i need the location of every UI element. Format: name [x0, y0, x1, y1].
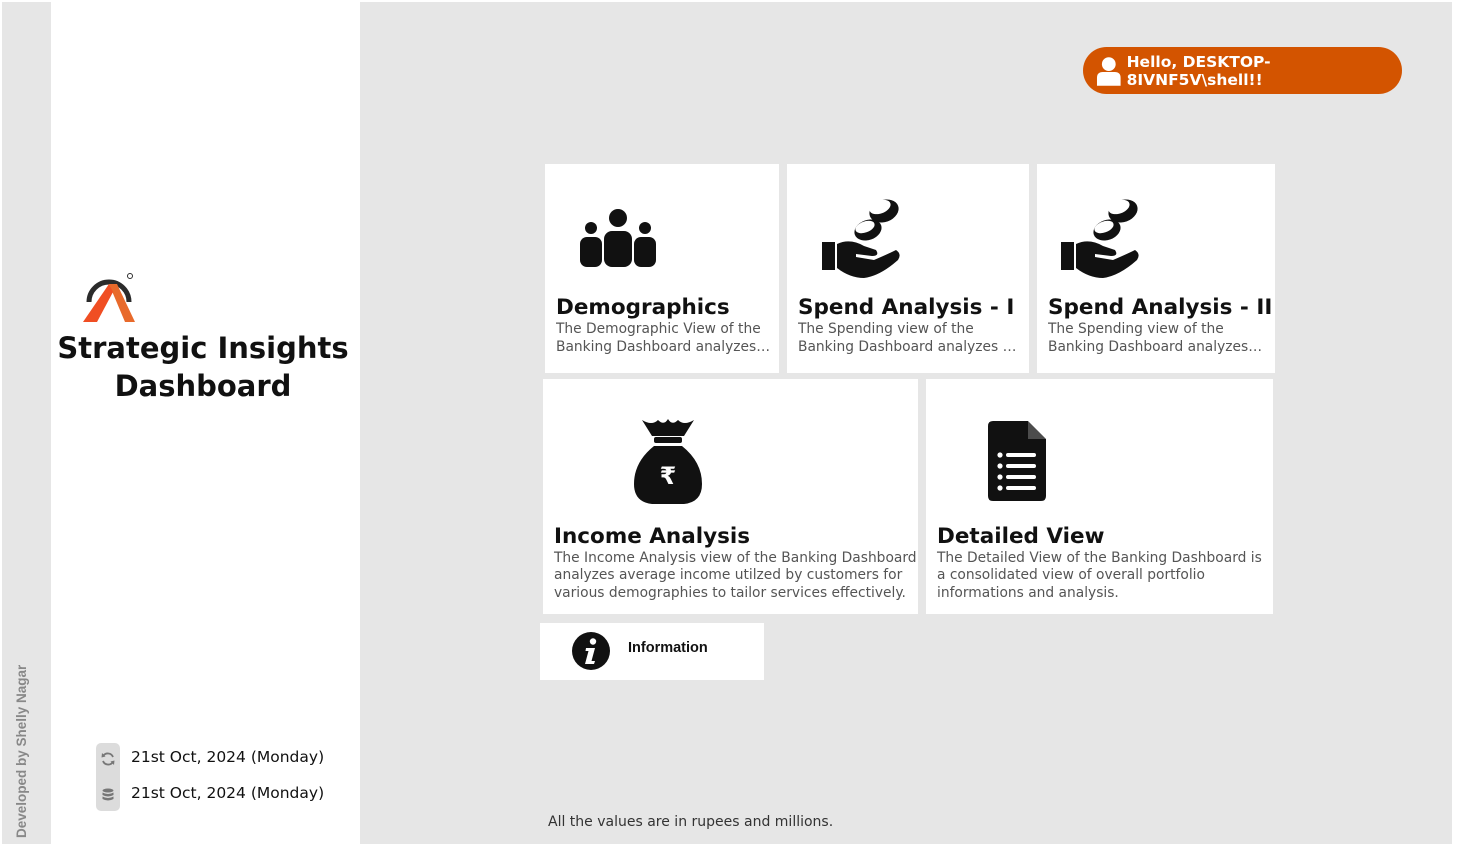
database-icon — [102, 788, 114, 801]
detailed-view-title: Detailed View — [937, 524, 1105, 549]
page-title: Strategic Insights Dashboard — [57, 331, 349, 403]
spend-analysis-2-desc-line2: Banking Dashboard analyzes a.. — [1048, 339, 1266, 355]
greeting-text: Hello, DESKTOP-8IVNF5V\shell!! — [1126, 52, 1271, 89]
income-analysis-desc-line2: analyzes average income utilzed by custo… — [554, 567, 903, 583]
document-list-icon — [988, 421, 1046, 501]
date-icons-strip — [96, 743, 120, 811]
information-button[interactable]: Information — [540, 623, 764, 680]
spend-analysis-1-title: Spend Analysis - I — [798, 295, 1015, 320]
detailed-view-card[interactable]: Detailed View The Detailed View of the B… — [926, 379, 1273, 614]
demographics-card[interactable]: Demographics The Demographic View of the… — [545, 164, 779, 373]
demographics-title: Demographics — [556, 295, 730, 320]
sidebar — [51, 2, 360, 844]
detailed-view-desc-line1: The Detailed View of the Banking Dashboa… — [937, 550, 1262, 566]
detailed-view-desc-line2: a consolidated view of overall portfolio — [937, 567, 1205, 583]
hand-coins-icon — [1061, 199, 1139, 278]
units-footnote: All the values are in rupees and million… — [548, 814, 834, 830]
rupee-money-bag-icon: ₹ — [634, 419, 702, 504]
spend-analysis-1-desc-line1: The Spending view of the — [798, 321, 974, 337]
data-date: 21st Oct, 2024 (Monday) — [131, 784, 325, 802]
hand-coins-icon — [822, 199, 900, 278]
spend-analysis-2-card[interactable]: Spend Analysis - II The Spending view of… — [1037, 164, 1275, 373]
user-greeting-button[interactable]: Hello, DESKTOP-8IVNF5V\shell!! — [1083, 47, 1402, 94]
spend-analysis-2-title: Spend Analysis - II — [1048, 295, 1273, 320]
income-analysis-desc-line3: various demographies to tailor services … — [554, 585, 906, 601]
svg-text:₹: ₹ — [660, 462, 677, 490]
people-group-icon — [580, 209, 656, 267]
income-analysis-desc-line1: The Income Analysis view of the Banking … — [554, 550, 917, 566]
app-logo-icon — [83, 273, 135, 322]
refresh-icon — [101, 752, 115, 766]
spend-analysis-1-card[interactable]: Spend Analysis - I The Spending view of … — [787, 164, 1029, 373]
user-icon — [1096, 56, 1121, 86]
developer-credit: Developed by Shelly Nagar — [14, 664, 29, 838]
info-icon — [572, 632, 610, 670]
spend-analysis-2-desc-line1: The Spending view of the — [1048, 321, 1224, 337]
demographics-desc-line1: The Demographic View of the — [556, 321, 761, 337]
spend-analysis-1-desc-line2: Banking Dashboard analyzes av.. — [798, 339, 1020, 355]
income-analysis-card[interactable]: ₹ Income Analysis The Income Analysis vi… — [543, 379, 918, 614]
demographics-desc-line2: Banking Dashboard analyzes c.. — [556, 339, 772, 355]
detailed-view-desc-line3: informations and analysis. — [937, 585, 1119, 601]
information-label: Information — [628, 640, 708, 656]
last-refresh-date: 21st Oct, 2024 (Monday) — [131, 748, 325, 766]
income-analysis-title: Income Analysis — [554, 524, 751, 549]
